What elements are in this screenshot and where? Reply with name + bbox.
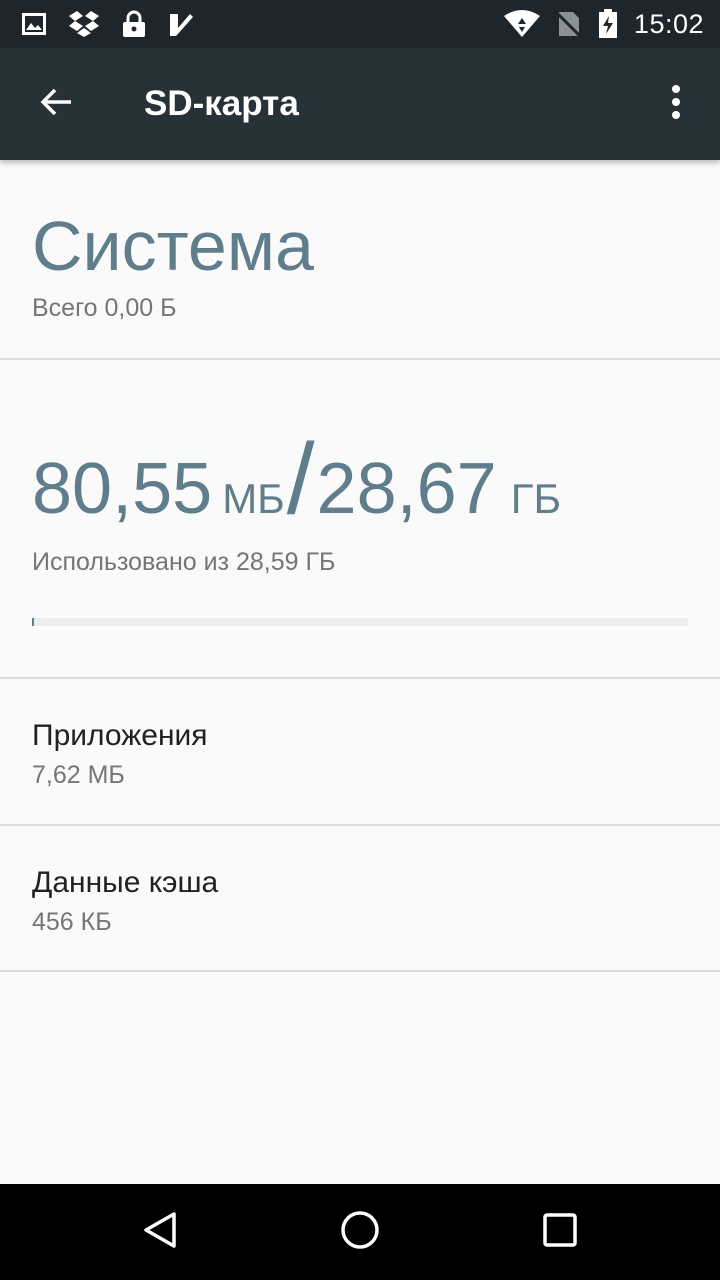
lock-icon xyxy=(122,10,146,38)
status-bar: 15:02 xyxy=(0,0,720,48)
usage-progress-bar xyxy=(32,618,688,626)
system-section: Система Всего 0,00 Б xyxy=(0,160,720,360)
nav-home-button[interactable] xyxy=(332,1204,388,1260)
square-recents-icon xyxy=(542,1212,578,1253)
used-value: 80,55 xyxy=(32,449,213,529)
no-sim-icon xyxy=(555,10,582,38)
total-value: 28,67 xyxy=(316,449,497,529)
image-icon xyxy=(22,13,46,35)
system-total: Всего 0,00 Б xyxy=(32,294,177,322)
used-unit: МБ xyxy=(222,475,285,522)
usage-description: Использовано из 28,59 ГБ xyxy=(32,548,336,576)
total-unit: ГБ xyxy=(510,475,562,522)
app-bar: SD-карта xyxy=(0,48,720,160)
wifi-icon xyxy=(503,10,540,38)
battery-charging-icon xyxy=(598,9,618,39)
triangle-back-icon xyxy=(140,1210,180,1255)
dropbox-icon xyxy=(68,10,100,38)
check-app-icon xyxy=(168,11,194,37)
storage-usage: 80,55 МБ/28,67 ГБ Использовано из 28,59 ГБ xyxy=(0,362,720,678)
back-button[interactable] xyxy=(30,80,82,128)
item-value: 7,62 МБ xyxy=(32,761,125,789)
nav-back-button[interactable] xyxy=(132,1204,188,1260)
more-vert-icon xyxy=(671,84,681,124)
status-time: 15:02 xyxy=(633,8,704,39)
system-title: Система xyxy=(32,207,314,285)
divider xyxy=(0,358,720,360)
item-title: Приложения xyxy=(32,719,208,752)
more-options-button[interactable] xyxy=(656,80,696,128)
circle-home-icon xyxy=(340,1210,380,1255)
item-value: 456 КБ xyxy=(32,908,112,936)
usage-summary: 80,55 МБ/28,67 ГБ xyxy=(32,422,562,535)
page-title: SD-карта xyxy=(144,84,299,123)
list-item-cache[interactable]: Данные кэша 456 КБ xyxy=(0,826,720,972)
arrow-back-icon xyxy=(39,87,73,122)
usage-progress-fill xyxy=(32,618,34,626)
divider xyxy=(0,970,720,972)
usage-separator: / xyxy=(286,423,315,535)
list-item-apps[interactable]: Приложения 7,62 МБ xyxy=(0,679,720,825)
nav-recents-button[interactable] xyxy=(532,1204,588,1260)
navigation-bar xyxy=(0,1184,720,1280)
item-title: Данные кэша xyxy=(32,866,219,899)
